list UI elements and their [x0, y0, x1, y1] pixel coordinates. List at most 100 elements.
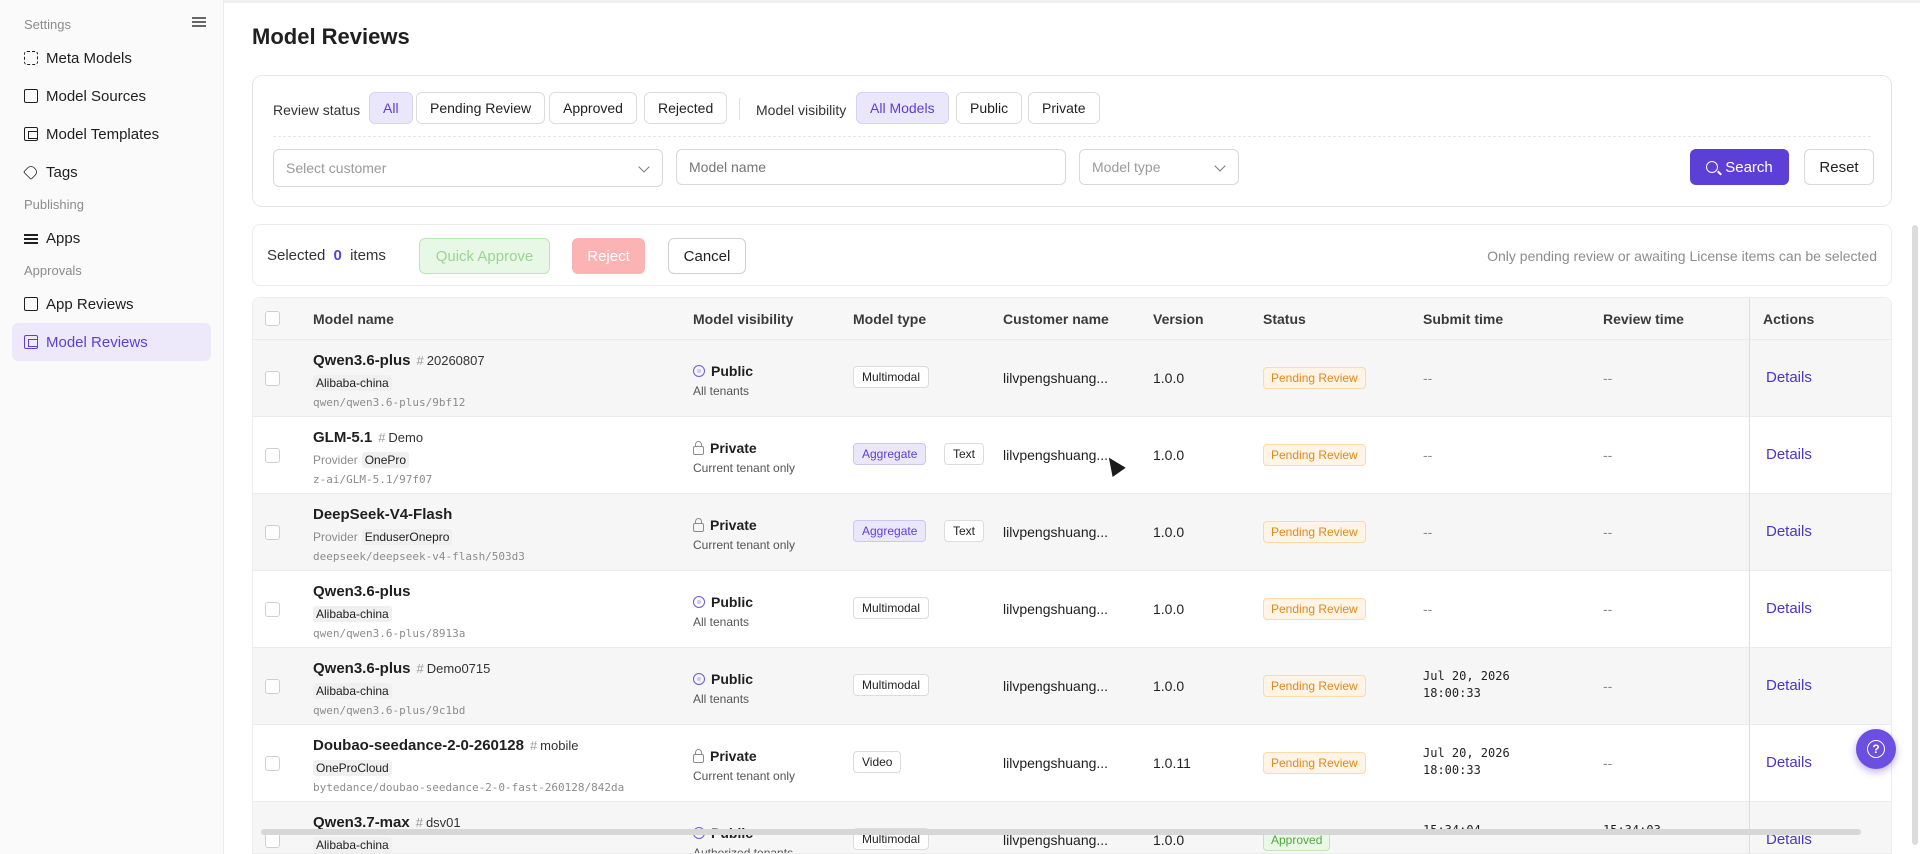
- model-visibility-label: Model visibility: [756, 102, 847, 118]
- model-path: bytedance/doubao-seedance-2-0-fast-26012…: [313, 781, 625, 794]
- visibility-scope: All tenants: [693, 384, 750, 398]
- vertical-scrollbar[interactable]: [1912, 225, 1918, 845]
- sidebar-section-publishing: Publishing: [24, 197, 84, 212]
- details-link[interactable]: Details: [1766, 600, 1812, 617]
- table-row[interactable]: DeepSeek-V4-Flash Provider EnduserOnepro de…: [253, 494, 1891, 571]
- model-type-select[interactable]: Model type: [1079, 149, 1239, 185]
- model-type-tag: Multimodal: [853, 674, 930, 696]
- review-time: --: [1603, 601, 1613, 617]
- globe-icon: [693, 365, 705, 377]
- model-name: Qwen3.6-plus #20260807: [313, 352, 485, 369]
- model-reviews-table: Model name Model visibility Model type C…: [252, 297, 1892, 854]
- row-checkbox[interactable]: [265, 833, 280, 848]
- visibility-private[interactable]: Private: [1028, 92, 1100, 124]
- filter-panel: Review status All Pending Review Approve…: [252, 75, 1892, 207]
- customer-name: lilvpengshuang...: [1003, 601, 1109, 617]
- visibility-text: Private: [710, 440, 757, 456]
- table-row[interactable]: Qwen3.7-max#dsv01Alibaba-chinaPublicAuth…: [253, 802, 1891, 854]
- model-name-input[interactable]: [676, 149, 1066, 185]
- select-all-checkbox[interactable]: [265, 311, 280, 326]
- visibility-scope: All tenants: [693, 692, 750, 706]
- submit-time: --: [1423, 447, 1433, 463]
- row-checkbox[interactable]: [265, 371, 280, 386]
- model-tag: # dsv01: [415, 815, 461, 830]
- column-model-type[interactable]: Model type: [853, 311, 926, 327]
- model-type-tag: Multimodal: [853, 366, 930, 388]
- sidebar-item-label: Model Templates: [46, 125, 160, 143]
- submit-time: --: [1423, 370, 1433, 386]
- reset-button[interactable]: Reset: [1804, 149, 1874, 185]
- column-model-visibility[interactable]: Model visibility: [693, 311, 793, 327]
- sidebar-item-app-reviews[interactable]: App Reviews: [12, 285, 211, 323]
- status-badge: Pending Review: [1263, 521, 1366, 543]
- visibility-all-models[interactable]: All Models: [856, 92, 949, 124]
- sidebar-item-model-templates[interactable]: Model Templates: [12, 115, 211, 153]
- row-checkbox[interactable]: [265, 602, 280, 617]
- visibility-public[interactable]: Public: [956, 92, 1023, 124]
- status-badge: Pending Review: [1263, 752, 1366, 774]
- globe-icon: [693, 673, 705, 685]
- status-badge: Pending Review: [1263, 444, 1366, 466]
- review-time: --: [1603, 678, 1613, 694]
- model-name-text: Qwen3.6-plus: [313, 352, 411, 369]
- reject-button[interactable]: Reject: [572, 238, 645, 274]
- details-link[interactable]: Details: [1766, 523, 1812, 540]
- table-row[interactable]: Doubao-seedance-2-0-260128 # mobile OneProC…: [253, 725, 1891, 802]
- row-checkbox[interactable]: [265, 756, 280, 771]
- version: 1.0.0: [1153, 601, 1185, 617]
- row-checkbox[interactable]: [265, 679, 280, 694]
- provider-value: Alibaba-china: [313, 837, 392, 853]
- review-status-approved[interactable]: Approved: [549, 92, 637, 124]
- sidebar-item-model-reviews[interactable]: Model Reviews: [12, 323, 211, 361]
- sidebar-item-apps[interactable]: Apps: [12, 219, 211, 257]
- column-customer-name[interactable]: Customer name: [1003, 311, 1109, 327]
- cancel-button[interactable]: Cancel: [668, 238, 746, 274]
- question-circle-icon: ?: [1867, 740, 1885, 758]
- model-path: z-ai/GLM-5.1/97f07: [313, 473, 433, 486]
- sidebar-item-label: Tags: [46, 163, 78, 181]
- customer-select[interactable]: Select customer: [273, 149, 663, 187]
- column-review-time[interactable]: Review time: [1603, 311, 1684, 327]
- collapse-sidebar-icon[interactable]: [192, 14, 208, 28]
- model-name-text: GLM-5.1: [313, 429, 373, 446]
- horizontal-scrollbar[interactable]: [261, 829, 1861, 835]
- table-row[interactable]: Qwen3.6-plus # Demo0715 Alibaba-china qwen/q…: [253, 648, 1891, 725]
- table-row[interactable]: Qwen3.6-plus Alibaba-china qwen/qwen3.6-pl…: [253, 571, 1891, 648]
- sidebar-item-tags[interactable]: Tags: [12, 153, 211, 191]
- model-tag: # Demo: [378, 430, 424, 445]
- model-path: qwen/qwen3.6-plus/9bf12: [313, 396, 466, 409]
- row-checkbox[interactable]: [265, 448, 280, 463]
- details-link[interactable]: Details: [1766, 369, 1812, 386]
- customer-select-placeholder: Select customer: [286, 160, 387, 176]
- review-status-pending[interactable]: Pending Review: [416, 92, 546, 124]
- column-version[interactable]: Version: [1153, 311, 1204, 327]
- sidebar-item-model-sources[interactable]: Model Sources: [12, 77, 211, 115]
- model-provider: Alibaba-china: [313, 683, 392, 699]
- column-status[interactable]: Status: [1263, 311, 1306, 327]
- details-link[interactable]: Details: [1766, 754, 1812, 771]
- review-time: --: [1603, 447, 1613, 463]
- row-checkbox[interactable]: [265, 525, 280, 540]
- help-button[interactable]: ?: [1856, 729, 1896, 769]
- quick-approve-button[interactable]: Quick Approve: [419, 238, 550, 274]
- sidebar-item-meta-models[interactable]: Meta Models: [12, 39, 211, 77]
- details-link[interactable]: Details: [1766, 446, 1812, 463]
- model-tag-text: dsv01: [425, 815, 461, 830]
- submit-time: --: [1423, 601, 1433, 617]
- model-name-text: DeepSeek-V4-Flash: [313, 506, 453, 523]
- details-link[interactable]: Details: [1766, 677, 1812, 694]
- visibility: Public: [693, 363, 753, 379]
- table-row[interactable]: Qwen3.6-plus #20260807 Alibaba-china qwen/q…: [253, 340, 1891, 417]
- column-model-name[interactable]: Model name: [313, 311, 394, 327]
- model-tag: # Demo0715: [416, 661, 491, 676]
- table-row[interactable]: GLM-5.1 # Demo Provider OnePro z-ai/GLM-5.1/9…: [253, 417, 1891, 494]
- column-submit-time[interactable]: Submit time: [1423, 311, 1503, 327]
- model-provider: OneProCloud: [313, 760, 392, 776]
- table-header: Model name Model visibility Model type C…: [253, 298, 1891, 340]
- review-status-all[interactable]: All: [369, 92, 413, 124]
- search-button[interactable]: Search: [1690, 149, 1789, 185]
- model-name-text: Qwen3.6-plus: [313, 583, 411, 600]
- model-type-tag: Text: [944, 520, 985, 542]
- visibility-scope: Authorized tenants: [693, 846, 794, 854]
- review-status-rejected[interactable]: Rejected: [644, 92, 728, 124]
